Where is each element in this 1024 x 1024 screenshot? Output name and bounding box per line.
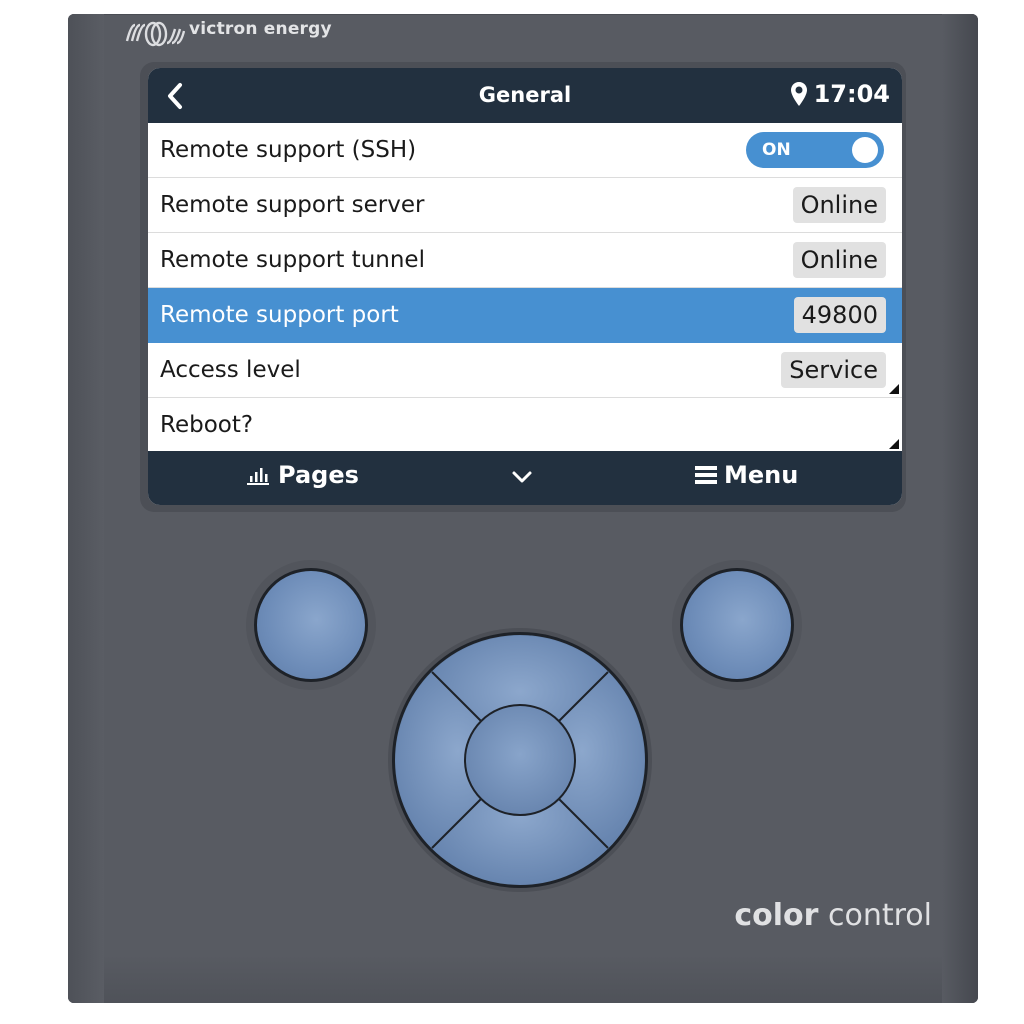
product-name-light: control [828, 898, 932, 933]
dpad-graphic [395, 635, 645, 885]
pages-label: Pages [278, 461, 359, 489]
row-label: Reboot? [160, 412, 254, 438]
clock-time: 17:04 [813, 80, 890, 108]
dpad-center-button[interactable] [464, 704, 576, 816]
menu-label: Menu [724, 461, 799, 489]
chevron-down-icon [512, 471, 532, 483]
map-pin-icon [790, 82, 807, 106]
access-level-value: Service [781, 352, 886, 388]
product-name: color control [734, 898, 932, 933]
hamburger-icon [695, 466, 717, 484]
victron-logo-icon [125, 21, 185, 47]
submenu-indicator-icon [889, 439, 899, 449]
victron-logo: victron energy [123, 14, 332, 54]
row-label: Remote support server [160, 192, 425, 218]
row-remote-support-server[interactable]: Remote support server Online [148, 178, 902, 233]
screen-header: General 17:04 [148, 68, 902, 123]
row-remote-support-port[interactable]: Remote support port 49800 [148, 288, 902, 343]
scroll-down-button[interactable] [510, 467, 534, 487]
row-access-level[interactable]: Access level Service [148, 343, 902, 398]
submenu-indicator-icon [889, 384, 899, 394]
row-label: Access level [160, 357, 301, 383]
row-reboot[interactable]: Reboot? [148, 398, 902, 452]
row-label: Remote support port [160, 302, 399, 328]
pages-button[interactable]: Pages [246, 461, 359, 489]
device-bevel-bottom [104, 955, 942, 1003]
menu-button[interactable]: Menu [694, 461, 798, 489]
settings-list: Remote support (SSH) ON Remote support s… [148, 123, 902, 452]
color-control-device: victron energy General 17:04 Remote supp… [68, 14, 978, 1003]
row-remote-support-tunnel[interactable]: Remote support tunnel Online [148, 233, 902, 288]
device-bevel-left [68, 14, 104, 1003]
bar-chart-icon [247, 468, 269, 485]
toggle-knob [852, 137, 878, 163]
product-name-bold: color [734, 898, 819, 933]
brand-logo-text: victron energy [189, 19, 332, 39]
server-status-value: Online [792, 187, 886, 223]
screen-footer: Pages Menu [148, 451, 902, 505]
row-label: Remote support (SSH) [160, 137, 417, 163]
ssh-toggle-switch[interactable]: ON [746, 132, 884, 168]
left-hardware-button[interactable] [254, 568, 368, 682]
display-screen: General 17:04 Remote support (SSH) ON Re… [148, 68, 902, 505]
device-bevel-right [942, 14, 978, 1003]
row-label: Remote support tunnel [160, 247, 425, 273]
port-value: 49800 [793, 297, 886, 333]
dpad-ring [392, 632, 648, 888]
toggle-state-label: ON [762, 140, 791, 160]
navigation-dpad [388, 628, 652, 892]
row-remote-support-ssh[interactable]: Remote support (SSH) ON [148, 123, 902, 178]
header-status: 17:04 [790, 80, 890, 108]
right-hardware-button[interactable] [680, 568, 794, 682]
tunnel-status-value: Online [792, 242, 886, 278]
